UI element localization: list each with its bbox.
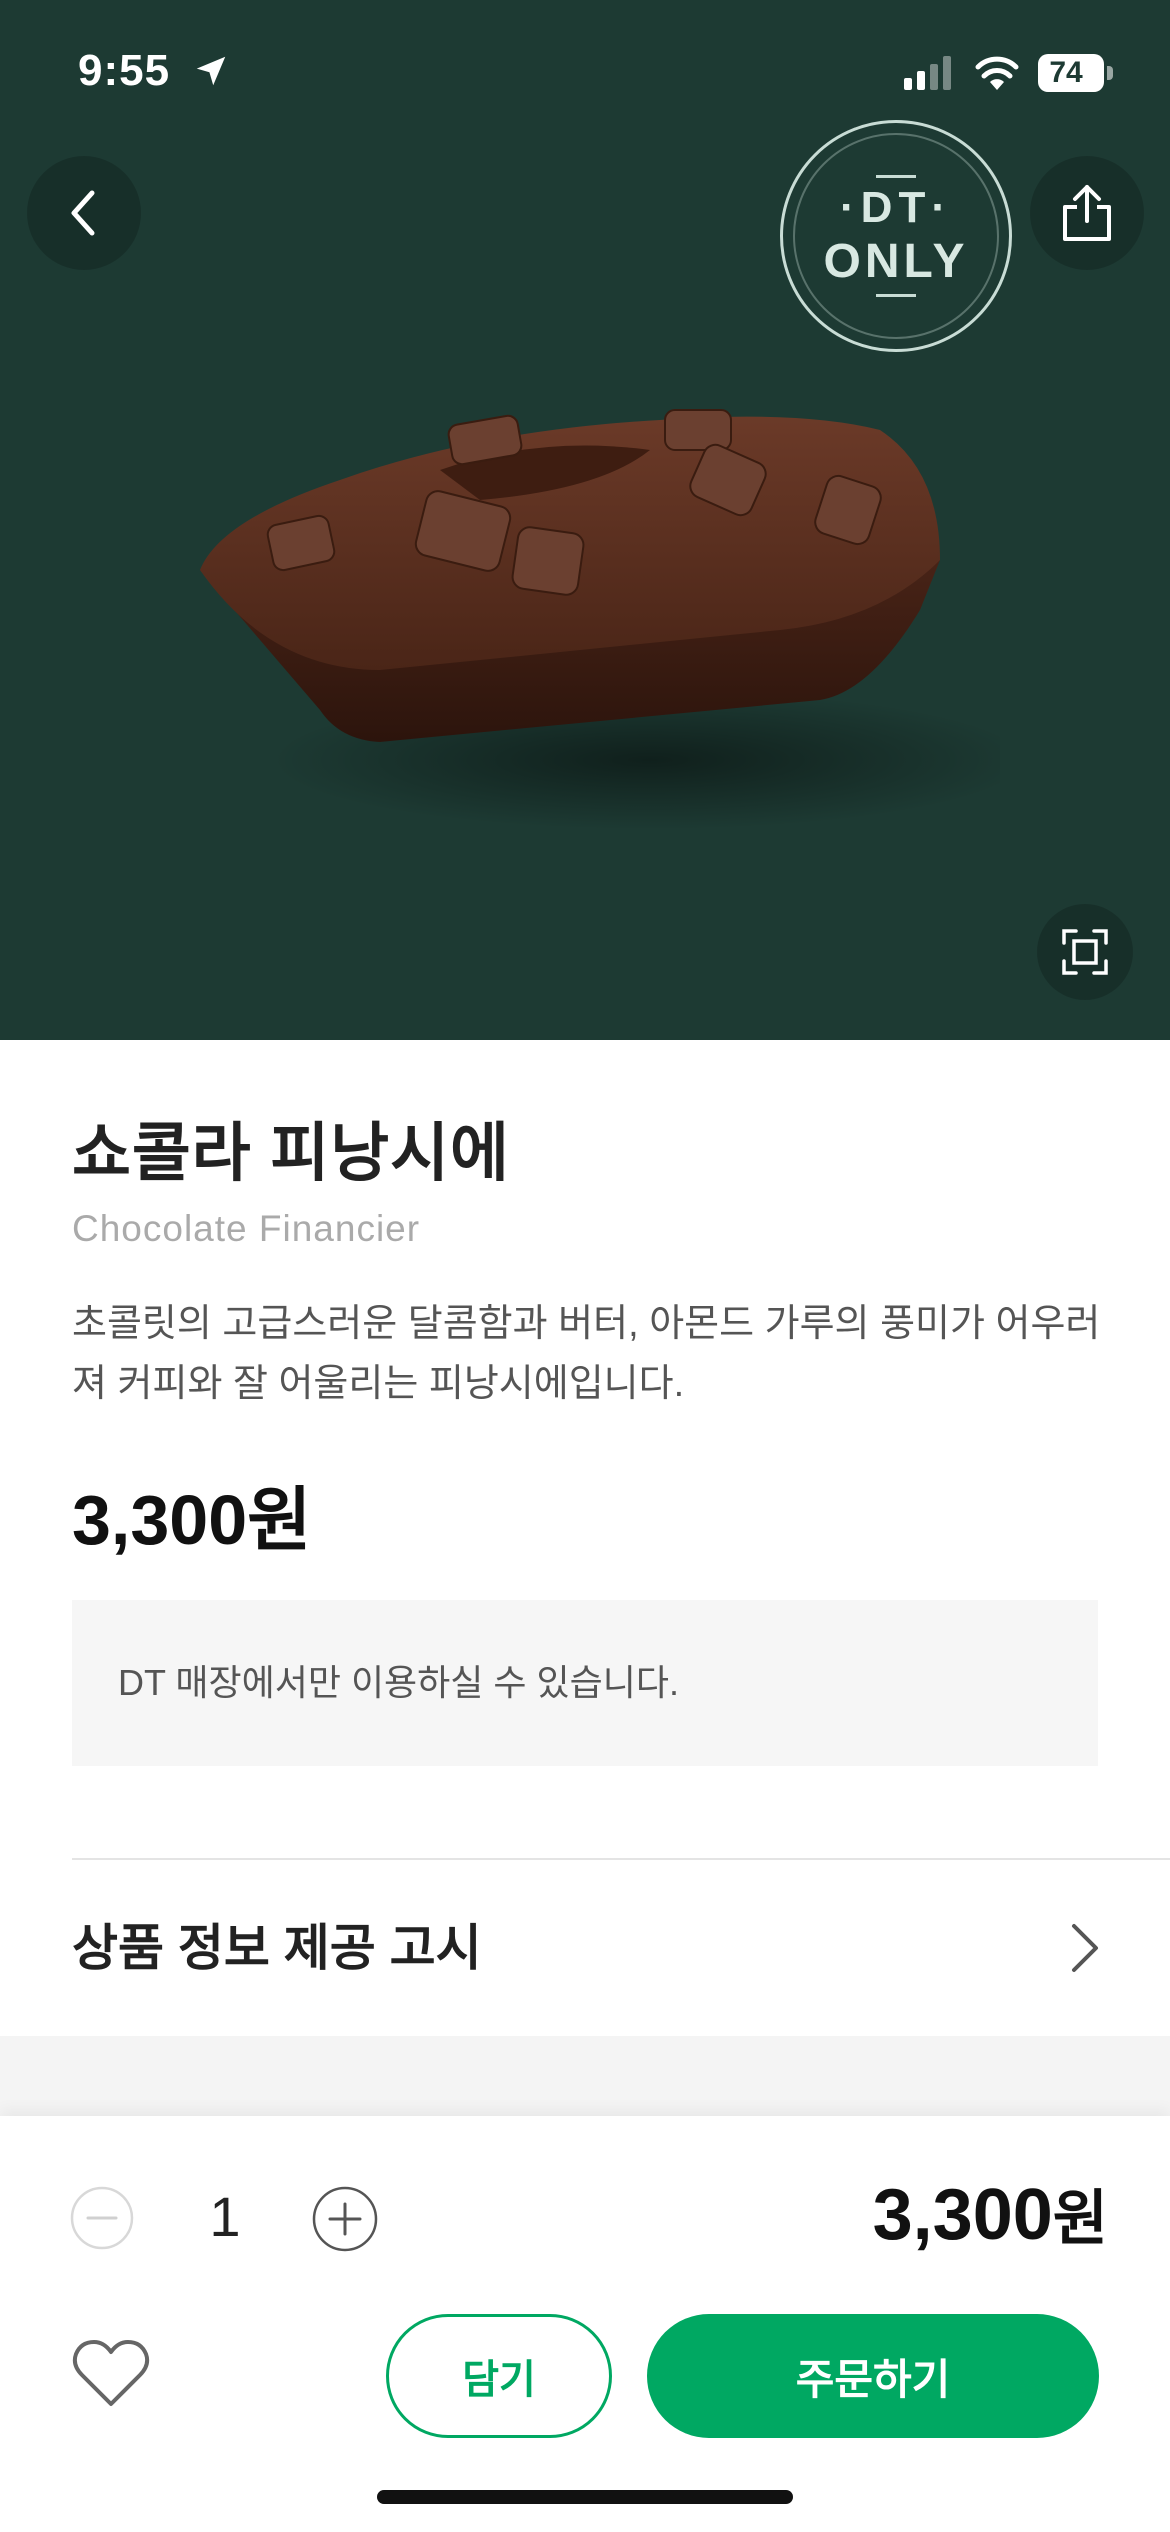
notice-text: DT 매장에서만 이용하실 수 있습니다.: [118, 1662, 680, 1703]
location-arrow-icon: [196, 56, 226, 86]
favorite-heart-icon[interactable]: [72, 2338, 150, 2410]
wifi-icon: [975, 56, 1019, 90]
product-info-notice-row[interactable]: 상품 정보 제공 고시: [0, 1860, 1170, 2036]
chevron-right-icon: [1072, 1924, 1098, 1972]
share-button[interactable]: [1030, 156, 1144, 270]
home-indicator: [377, 2490, 793, 2504]
order-button[interactable]: 주문하기: [647, 2314, 1099, 2438]
product-price: 3,300원: [72, 1481, 312, 1559]
battery-level: 74: [1049, 56, 1083, 89]
dt-only-badge: ·DT· ONLY: [780, 120, 1012, 352]
product-english-name: Chocolate Financier: [72, 1208, 421, 1249]
product-image: [200, 409, 1000, 830]
total-price-number: 3,300: [872, 2175, 1053, 2255]
total-price-unit: 원: [1052, 2185, 1108, 2252]
total-price: 3,300원: [873, 2170, 1108, 2257]
quantity-value: 1: [209, 2185, 241, 2248]
share-icon: [1063, 185, 1111, 241]
status-time: 9:55: [78, 46, 171, 95]
expand-icon: [1062, 929, 1108, 975]
battery-icon: 74: [1038, 54, 1114, 94]
add-to-cart-button[interactable]: 담기: [386, 2314, 612, 2438]
cellular-signal-icon: [904, 56, 951, 90]
expand-image-button[interactable]: [1037, 904, 1133, 1000]
chevron-left-icon: [71, 190, 95, 236]
product-description: 초콜릿의 고급스러운 달콤함과 버터, 아몬드 가루의 풍미가 어우러져 커피와…: [72, 1303, 1101, 1405]
product-name: 쇼콜라 피낭시에: [72, 1117, 510, 1189]
notice-box: DT 매장에서만 이용하실 수 있습니다.: [72, 1600, 1098, 1766]
status-bar: 9:55 74: [0, 0, 1170, 150]
product-hero: 9:55 74 ·DT· ONLY: [0, 0, 1170, 1040]
back-button[interactable]: [27, 156, 141, 270]
quantity-increase-button[interactable]: [312, 2186, 378, 2252]
section-spacer: [0, 2036, 1170, 2116]
quantity-decrease-button[interactable]: [70, 2186, 134, 2250]
product-info-notice-label: 상품 정보 제공 고시: [72, 1920, 482, 1976]
